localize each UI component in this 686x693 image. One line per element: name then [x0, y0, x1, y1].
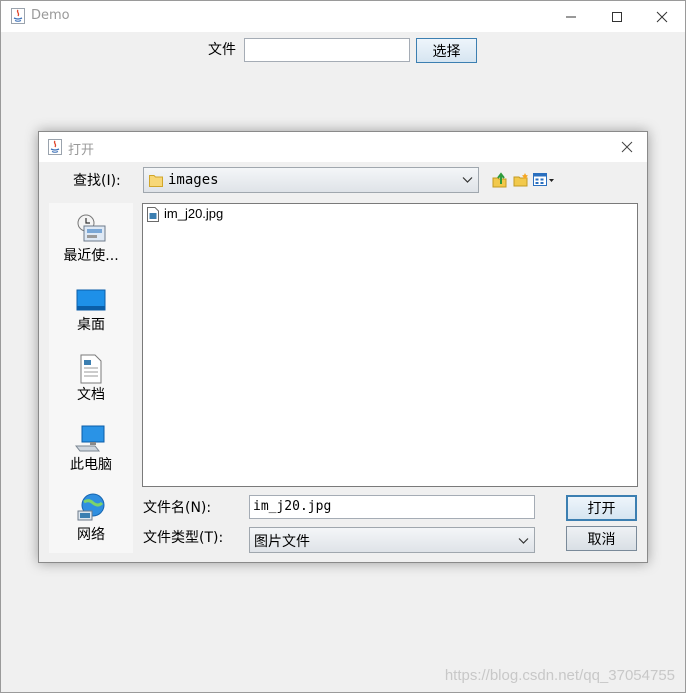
place-network[interactable] — [49, 493, 133, 527]
file-path-field[interactable] — [244, 38, 410, 62]
computer-icon — [74, 425, 105, 452]
place-documents-label: 文档 — [77, 387, 105, 403]
file-list[interactable]: im_j20.jpg — [142, 203, 638, 487]
close-button[interactable] — [639, 1, 685, 32]
filename-label: 文件名(N): — [143, 500, 212, 516]
place-desktop[interactable] — [49, 288, 133, 316]
dialog-titlebar[interactable]: 打开 — [39, 132, 647, 162]
up-folder-icon[interactable] — [492, 172, 508, 188]
lookin-value: images — [168, 172, 219, 188]
filetype-value: 图片文件 — [254, 534, 310, 550]
folder-icon — [149, 175, 163, 187]
places-bar: 最近使... 桌面 文档 此电脑 网络 — [49, 203, 133, 553]
file-label: 文件 — [208, 42, 236, 58]
open-button[interactable]: 打开 — [566, 495, 637, 521]
place-computer-label: 此电脑 — [70, 457, 112, 473]
close-icon — [656, 11, 668, 22]
recent-icon — [77, 214, 106, 242]
dialog-title: 打开 — [68, 143, 95, 158]
open-file-dialog: 打开 查找(I): images 最近使... 桌面 文档 此电脑 网络 im_… — [38, 131, 648, 563]
window-titlebar[interactable]: Demo — [1, 1, 685, 32]
choose-button[interactable]: 选择 — [416, 38, 477, 63]
place-documents[interactable] — [49, 354, 133, 388]
maximize-button[interactable] — [594, 1, 640, 32]
chevron-down-icon — [462, 177, 473, 183]
cancel-button[interactable]: 取消 — [566, 526, 637, 551]
desktop-icon — [76, 289, 106, 311]
new-folder-icon[interactable] — [513, 172, 529, 188]
window-title: Demo — [31, 8, 70, 23]
place-desktop-label: 桌面 — [77, 317, 105, 333]
place-computer[interactable] — [49, 425, 133, 457]
place-recent-label: 最近使... — [63, 248, 119, 264]
dialog-close-button[interactable] — [609, 132, 645, 162]
java-icon — [48, 139, 62, 155]
image-file-icon — [147, 207, 159, 222]
documents-icon — [80, 354, 102, 384]
network-icon — [77, 493, 105, 521]
filetype-label: 文件类型(T): — [143, 530, 224, 546]
watermark: https://blog.csdn.net/qq_37054755 — [444, 667, 675, 684]
close-icon — [621, 141, 633, 153]
app-window: Demo 文件 选择 打开 查找(I): images 最近使... 桌面 文档… — [0, 0, 686, 693]
place-recent[interactable] — [49, 213, 133, 247]
lookin-combo[interactable]: images — [143, 167, 479, 193]
minimize-button[interactable] — [548, 1, 594, 32]
filename-field[interactable]: im_j20.jpg — [249, 495, 535, 519]
filetype-combo[interactable]: 图片文件 — [249, 527, 535, 553]
maximize-icon — [612, 11, 622, 22]
minimize-icon — [566, 16, 576, 17]
lookin-label: 查找(I): — [73, 173, 121, 189]
view-menu-icon[interactable] — [533, 173, 555, 187]
chevron-down-icon — [518, 538, 529, 544]
file-name: im_j20.jpg — [164, 206, 224, 221]
java-icon — [11, 8, 25, 24]
place-network-label: 网络 — [77, 527, 105, 543]
